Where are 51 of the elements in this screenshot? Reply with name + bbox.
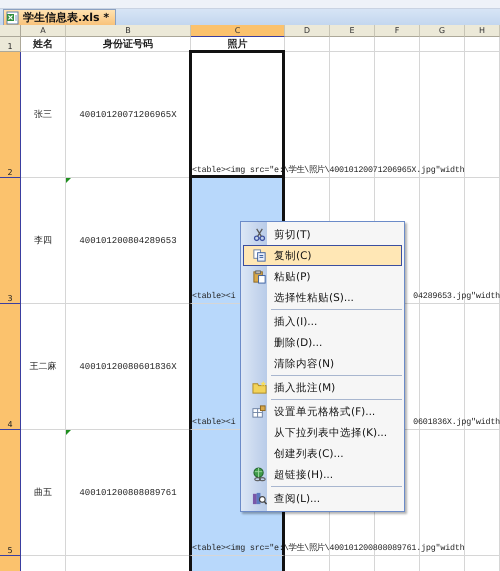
table-cell: 张三 [21,52,66,178]
column-header[interactable]: G [420,25,465,37]
table-cell [375,37,420,52]
workbook-tab[interactable]: 学生信息表.xls * [3,9,116,25]
table-cell [465,37,500,52]
cell-text: 0601836X.jpg"width [413,417,500,427]
table-cell [420,37,465,52]
menu-item[interactable]: 选择性粘贴(S)... [243,287,402,308]
row-header[interactable]: 5 [0,430,21,556]
row-header[interactable]: 1 [0,37,21,52]
menu-item[interactable]: 创建列表(C)... [243,443,402,464]
menu-item[interactable]: 从下拉列表中选择(K)... [243,422,402,443]
cell-text: <table><i [192,417,236,427]
menu-item[interactable]: 设置单元格格式(F)... [243,401,402,422]
menu-item[interactable]: 插入(I)... [243,311,402,332]
column-header[interactable]: B [66,25,191,37]
row-header[interactable]: 2 [0,52,21,178]
table-cell: 王二麻 [21,304,66,430]
table-cell: 姓名 [21,37,66,52]
clipboard-icon [252,269,266,284]
column-header[interactable]: D [285,25,330,37]
menu-item[interactable]: 粘贴(P) [243,266,402,287]
cell-text: 04289653.jpg"width [413,291,500,301]
format-cells-icon [252,404,266,419]
copy-icon [252,248,266,263]
column-header[interactable]: E [330,25,375,37]
menu-item[interactable]: 剪切(T) [243,224,402,245]
menu-item[interactable]: 查阅(L)... [243,488,402,509]
column-header[interactable]: C [191,25,285,37]
table-cell: 曲五 [21,430,66,556]
column-header[interactable]: A [21,25,66,37]
spreadsheet-file-icon [6,10,20,24]
column-header[interactable]: H [465,25,500,37]
book-magnifier-icon [252,491,266,506]
menu-item[interactable]: 清除内容(N) [243,353,402,374]
table-cell [330,37,375,52]
note-icon [252,380,266,395]
row-header[interactable]: 4 [0,304,21,430]
globe-chain-icon [252,467,266,482]
column-header[interactable]: F [375,25,420,37]
row-header[interactable] [0,556,21,571]
table-cell: 李四 [21,178,66,304]
scissors-icon [252,227,266,242]
cell-text: <table><i [192,291,236,301]
menu-item[interactable]: 插入批注(M) [243,377,402,398]
menu-item[interactable]: 复制(C) [243,245,402,266]
menu-item[interactable]: 删除(D)... [243,332,402,353]
table-cell [285,37,330,52]
row-header[interactable]: 3 [0,178,21,304]
table-cell: 身份证号码 [66,37,191,52]
menu-item[interactable]: 超链接(H)... [243,464,402,485]
